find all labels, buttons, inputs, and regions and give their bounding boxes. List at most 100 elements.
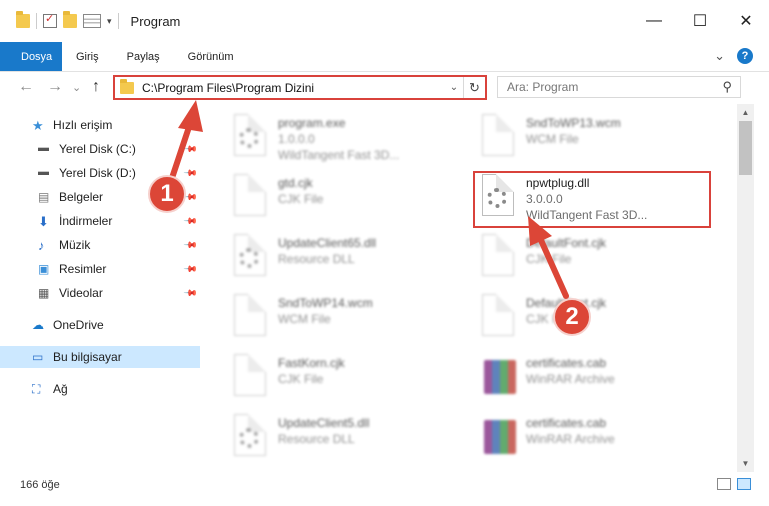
tab-view[interactable]: Görünüm bbox=[174, 42, 248, 71]
address-bar[interactable]: C:\Program Files\Program Dizini ⌄ ↻ bbox=[113, 75, 487, 100]
sidebar-item[interactable]: ☁ OneDrive bbox=[0, 314, 200, 336]
scroll-down-arrow[interactable]: ▼ bbox=[737, 455, 754, 472]
divider bbox=[117, 13, 119, 29]
address-path[interactable]: C:\Program Files\Program Dizini bbox=[142, 81, 445, 95]
navigation-pane: ★ Hızlı erişim ▬ Yerel Disk (C:) 📌 ▬ Yerel Dis… bbox=[0, 104, 210, 472]
file-details: SndToWP13.wcm WCM File bbox=[526, 110, 621, 146]
drive-icon: ▬ bbox=[38, 166, 49, 178]
view-switcher bbox=[717, 478, 751, 490]
title-bar: ▾ Program — ☐ ✕ bbox=[0, 0, 769, 42]
maximize-button[interactable]: ☐ bbox=[677, 0, 723, 42]
file-name: DefaultFont.cjk bbox=[526, 236, 607, 250]
details-view-button[interactable] bbox=[717, 478, 731, 490]
file-item[interactable]: program.exe 1.0.0.0 WildTangent Fast 3D... bbox=[220, 110, 460, 168]
file-item[interactable]: SndToWP13.wcm WCM File bbox=[468, 110, 708, 168]
file-icon bbox=[230, 294, 270, 340]
music-icon: ♪ bbox=[38, 238, 45, 253]
close-button[interactable]: ✕ bbox=[723, 0, 769, 42]
sidebar-item[interactable]: ⬇ İndirmeler 📌 bbox=[0, 210, 200, 232]
network-icon: ⛶ bbox=[32, 382, 41, 396]
file-name: certificates.cab bbox=[526, 416, 607, 430]
sidebar-item[interactable]: ★ Hızlı erişim bbox=[0, 114, 200, 136]
file-type: CJK File bbox=[526, 252, 572, 266]
sidebar-item[interactable]: ▣ Resimler 📌 bbox=[0, 258, 200, 280]
highlight-box-npwtplug bbox=[473, 171, 711, 228]
sidebar-item-label: Hızlı erişim bbox=[53, 118, 113, 132]
file-details: certificates.cab WinRAR Archive bbox=[526, 350, 615, 386]
file-item[interactable]: UpdateClient65.dll Resource DLL bbox=[220, 230, 460, 288]
file-item[interactable]: UpdateClient5.dll Resource DLL bbox=[220, 410, 460, 468]
file-type: WCM File bbox=[278, 312, 331, 326]
file-details: SndToWP14.wcm WCM File bbox=[278, 290, 373, 326]
file-details: UpdateClient65.dll Resource DLL bbox=[278, 230, 376, 266]
file-details: certificates.cab WinRAR Archive bbox=[526, 410, 615, 446]
refresh-button[interactable]: ↻ bbox=[463, 77, 485, 98]
new-folder-icon[interactable] bbox=[63, 11, 77, 28]
file-list: program.exe 1.0.0.0 WildTangent Fast 3D...… bbox=[210, 104, 737, 472]
pin-icon: 📌 bbox=[183, 141, 199, 157]
file-icon bbox=[478, 234, 518, 280]
file-type: WCM File bbox=[526, 132, 579, 146]
sidebar-item-label: Yerel Disk (C:) bbox=[59, 142, 136, 156]
documents-icon: ▤ bbox=[38, 190, 50, 204]
file-icon bbox=[478, 114, 518, 160]
divider bbox=[36, 13, 37, 29]
address-dropdown-button[interactable]: ⌄ bbox=[445, 82, 463, 93]
dll-gear-icon bbox=[230, 414, 270, 460]
scroll-thumb[interactable] bbox=[739, 121, 752, 175]
help-icon[interactable]: ? bbox=[737, 48, 753, 64]
forward-button[interactable]: → bbox=[47, 78, 63, 96]
file-details: FastKorn.cjk CJK File bbox=[278, 350, 345, 386]
back-button[interactable]: ← bbox=[18, 78, 34, 96]
file-name: program.exe bbox=[278, 116, 346, 130]
pin-icon: 📌 bbox=[183, 261, 199, 277]
sidebar-item[interactable]: ▭ Bu bilgisayar bbox=[0, 346, 200, 368]
file-name: gtd.cjk bbox=[278, 176, 313, 190]
tiles-view-button[interactable] bbox=[737, 478, 751, 490]
file-details: program.exe 1.0.0.0 WildTangent Fast 3D... bbox=[278, 110, 399, 162]
pin-icon: 📌 bbox=[183, 213, 199, 229]
file-item[interactable]: certificates.cab WinRAR Archive bbox=[468, 410, 708, 468]
pin-icon: 📌 bbox=[183, 165, 199, 181]
dll-gear-icon bbox=[230, 234, 270, 280]
winrar-archive-icon bbox=[478, 354, 518, 400]
search-icon[interactable]: ⚲ bbox=[722, 79, 732, 95]
file-item[interactable]: SndToWP14.wcm WCM File bbox=[220, 290, 460, 348]
file-description: WildTangent Fast 3D... bbox=[278, 148, 400, 162]
tab-home[interactable]: Giriş bbox=[62, 42, 113, 71]
tab-share[interactable]: Paylaş bbox=[113, 42, 174, 71]
status-bar: 166 öğe bbox=[0, 472, 769, 506]
expand-ribbon-icon[interactable]: ⌄ bbox=[714, 48, 725, 64]
file-item[interactable]: DefaultFont.cjk CJK File bbox=[468, 230, 708, 288]
file-item[interactable]: gtd.cjk CJK File bbox=[220, 170, 460, 228]
file-item[interactable]: certificates.cab WinRAR Archive bbox=[468, 350, 708, 408]
up-button[interactable]: ↑ bbox=[92, 78, 100, 96]
file-details: gtd.cjk CJK File bbox=[278, 170, 323, 206]
file-name: FastKorn.cjk bbox=[278, 356, 345, 370]
file-item[interactable]: FastKorn.cjk CJK File bbox=[220, 350, 460, 408]
sidebar-item-label: Resimler bbox=[59, 262, 107, 276]
sidebar-item[interactable]: ⛶ Ağ bbox=[0, 378, 200, 400]
star-icon: ★ bbox=[32, 118, 44, 133]
file-name: SndToWP14.wcm bbox=[278, 296, 373, 310]
application-icon bbox=[230, 114, 270, 160]
scroll-up-arrow[interactable]: ▲ bbox=[737, 104, 754, 121]
file-name: UpdateClient65.dll bbox=[278, 236, 377, 250]
vertical-scrollbar[interactable]: ▲ ▼ bbox=[737, 104, 754, 472]
search-input[interactable]: Ara: Program ⚲ bbox=[497, 76, 741, 98]
minimize-button[interactable]: — bbox=[631, 0, 677, 42]
ribbon-right-controls: ⌄ ? bbox=[714, 48, 753, 64]
chevron-down-icon[interactable]: ▾ bbox=[107, 16, 112, 27]
customize-toolbar-icon[interactable] bbox=[83, 14, 101, 28]
file-name: SndToWP13.wcm bbox=[526, 116, 621, 130]
sidebar-item[interactable]: ♪ Müzik 📌 bbox=[0, 234, 200, 256]
file-icon bbox=[478, 294, 518, 340]
sidebar-item[interactable]: ▬ Yerel Disk (C:) 📌 bbox=[0, 138, 200, 160]
folder-icon bbox=[120, 78, 134, 94]
folder-icon bbox=[16, 11, 30, 28]
tab-file[interactable]: Dosya bbox=[0, 42, 62, 71]
properties-check-icon[interactable] bbox=[43, 12, 57, 28]
recent-locations-button[interactable]: ⌄ bbox=[72, 81, 81, 94]
sidebar-item[interactable]: ▦ Videolar 📌 bbox=[0, 282, 200, 304]
window-title: Program bbox=[130, 13, 181, 29]
